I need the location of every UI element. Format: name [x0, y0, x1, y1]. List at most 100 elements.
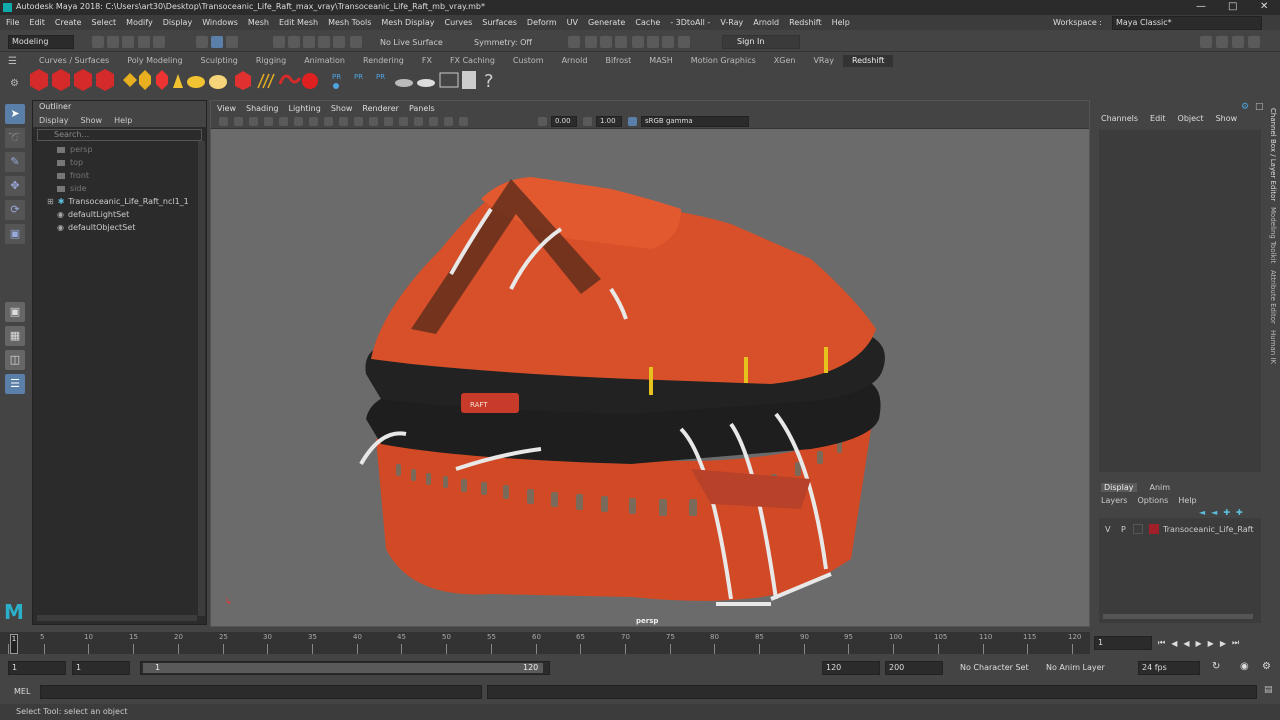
- scale-tool-icon[interactable]: ▣: [5, 224, 25, 244]
- layer-visibility-toggle[interactable]: V: [1105, 525, 1121, 534]
- shelf-tab-fx-caching[interactable]: FX Caching: [441, 55, 504, 67]
- shelf-tab-fx[interactable]: FX: [413, 55, 441, 67]
- step-forward-key-icon[interactable]: ▶: [1220, 639, 1226, 648]
- side-by-side-layout-icon[interactable]: ◫: [5, 350, 25, 370]
- tool-settings-icon[interactable]: [1232, 36, 1244, 48]
- outliner-layout-icon[interactable]: ☰: [5, 374, 25, 394]
- step-back-frame-icon[interactable]: ◀: [1183, 639, 1189, 648]
- shelf-tab-redshift[interactable]: Redshift: [842, 55, 894, 67]
- paint-select-icon[interactable]: ✎: [5, 152, 25, 172]
- character-set-dropdown[interactable]: No Character Set: [960, 663, 1029, 672]
- layer-menu-options[interactable]: Options: [1137, 496, 1168, 505]
- range-slider[interactable]: 1 120: [140, 661, 550, 675]
- shelf-tab-arnold[interactable]: Arnold: [553, 55, 597, 67]
- snap-view-icon[interactable]: [318, 36, 330, 48]
- loop-icon[interactable]: ↻: [1212, 661, 1220, 672]
- move-layer-down-icon[interactable]: ◄: [1211, 508, 1217, 517]
- single-pane-layout-icon[interactable]: ▣: [5, 302, 25, 322]
- range-slider-handle[interactable]: [143, 663, 543, 673]
- shelf-tab-mash[interactable]: MASH: [640, 55, 681, 67]
- symmetry-dropdown[interactable]: Symmetry: Off: [474, 38, 532, 47]
- play-forward-icon[interactable]: ▶: [1196, 639, 1202, 648]
- film-gate-icon[interactable]: [294, 117, 303, 126]
- wireframe-icon[interactable]: [324, 117, 333, 126]
- shelf-menu-icon[interactable]: ☰: [8, 56, 17, 67]
- layer-row[interactable]: V P Transoceanic_Life_Raft: [1099, 522, 1261, 536]
- layer-color-swatch[interactable]: [1149, 524, 1159, 534]
- layer-menu-help[interactable]: Help: [1178, 496, 1196, 505]
- close-icon[interactable]: ✕: [1260, 1, 1268, 12]
- camera-attributes-icon[interactable]: [234, 117, 243, 126]
- menu-3dtoall[interactable]: - 3DtoAll -: [670, 18, 710, 27]
- step-back-key-icon[interactable]: ◀: [1171, 639, 1177, 648]
- mel-command-input[interactable]: [40, 685, 482, 699]
- maximize-icon[interactable]: □: [1228, 1, 1237, 12]
- outliner-menu-display[interactable]: Display: [39, 116, 69, 125]
- menu-arnold[interactable]: Arnold: [753, 18, 779, 27]
- outliner-menu-help[interactable]: Help: [114, 116, 132, 125]
- viewport-menu-shading[interactable]: Shading: [246, 104, 279, 113]
- render-view-icon[interactable]: [585, 36, 597, 48]
- outliner-search-input[interactable]: Search...: [37, 129, 202, 141]
- anim-prefs-icon[interactable]: ⚙: [1262, 661, 1271, 672]
- shelf-tab-xgen[interactable]: XGen: [765, 55, 805, 67]
- shelf-tab-sculpting[interactable]: Sculpting: [192, 55, 247, 67]
- layer-menu-layers[interactable]: Layers: [1101, 496, 1127, 505]
- menu-edit-mesh[interactable]: Edit Mesh: [279, 18, 318, 27]
- anti-aliasing-icon[interactable]: [414, 117, 423, 126]
- shelf-tab-motion-graphics[interactable]: Motion Graphics: [682, 55, 765, 67]
- layer-type-toggle[interactable]: [1133, 524, 1143, 534]
- menu-curves[interactable]: Curves: [444, 18, 472, 27]
- viewport-menu-view[interactable]: View: [217, 104, 236, 113]
- xray-icon[interactable]: [444, 117, 453, 126]
- side-tab-human-ik[interactable]: Human IK: [1269, 330, 1277, 364]
- bookmark-icon[interactable]: [249, 117, 258, 126]
- menu-windows[interactable]: Windows: [202, 18, 238, 27]
- make-live-icon[interactable]: [350, 36, 362, 48]
- image-plane-icon[interactable]: [264, 117, 273, 126]
- history-icon[interactable]: [568, 36, 580, 48]
- rotate-tool-icon[interactable]: ⟳: [5, 200, 25, 220]
- menu-generate[interactable]: Generate: [588, 18, 625, 27]
- save-scene-icon[interactable]: [122, 36, 134, 48]
- shelf-tab-curves-surfaces[interactable]: Curves / Surfaces: [30, 55, 118, 67]
- open-scene-icon[interactable]: [107, 36, 119, 48]
- undo-icon[interactable]: [138, 36, 150, 48]
- snap-point-icon[interactable]: [303, 36, 315, 48]
- playback-end-field[interactable]: 120: [822, 661, 880, 675]
- menu-uv[interactable]: UV: [567, 18, 578, 27]
- menu-display[interactable]: Display: [163, 18, 193, 27]
- smooth-shade-icon[interactable]: [339, 117, 348, 126]
- layer-tab-anim[interactable]: Anim: [1147, 483, 1174, 492]
- snap-grid-icon[interactable]: [273, 36, 285, 48]
- new-scene-icon[interactable]: [92, 36, 104, 48]
- outliner-item-top[interactable]: top: [33, 156, 206, 169]
- attribute-editor-icon[interactable]: [1216, 36, 1228, 48]
- textured-icon[interactable]: [354, 117, 363, 126]
- outliner-menu-show[interactable]: Show: [81, 116, 103, 125]
- new-layer-selected-icon[interactable]: ✚: [1236, 508, 1243, 517]
- select-hierarchy-icon[interactable]: [196, 36, 208, 48]
- move-tool-icon[interactable]: ✥: [5, 176, 25, 196]
- life-raft-model[interactable]: RAFT: [211, 129, 1089, 626]
- viewport-scene[interactable]: RAFT ↳ persp: [211, 129, 1089, 626]
- move-layer-up-icon[interactable]: ◄: [1199, 508, 1205, 517]
- lights-icon[interactable]: [369, 117, 378, 126]
- redshift-shelf-icons[interactable]: PR PR PR ?: [28, 68, 508, 94]
- menu-redshift[interactable]: Redshift: [789, 18, 821, 27]
- menu-help[interactable]: Help: [832, 18, 850, 27]
- outliner-item-side[interactable]: side: [33, 182, 206, 195]
- shelf-tab-rendering[interactable]: Rendering: [354, 55, 413, 67]
- fps-dropdown[interactable]: 24 fps: [1138, 661, 1200, 675]
- shelf-tab-vray[interactable]: VRay: [804, 55, 843, 67]
- channel-box-float-icon[interactable]: □: [1255, 102, 1264, 112]
- script-editor-icon[interactable]: ▤: [1264, 685, 1273, 695]
- ipr-render-icon[interactable]: [615, 36, 627, 48]
- menu-create[interactable]: Create: [55, 18, 82, 27]
- shadows-icon[interactable]: [384, 117, 393, 126]
- go-to-start-icon[interactable]: ⏮: [1158, 638, 1165, 648]
- current-frame-marker[interactable]: 1: [10, 634, 18, 654]
- outliner-item-default-object-set[interactable]: ◉ defaultObjectSet: [33, 221, 206, 234]
- layer-hscrollbar[interactable]: [1103, 614, 1253, 619]
- mel-label[interactable]: MEL: [14, 687, 30, 696]
